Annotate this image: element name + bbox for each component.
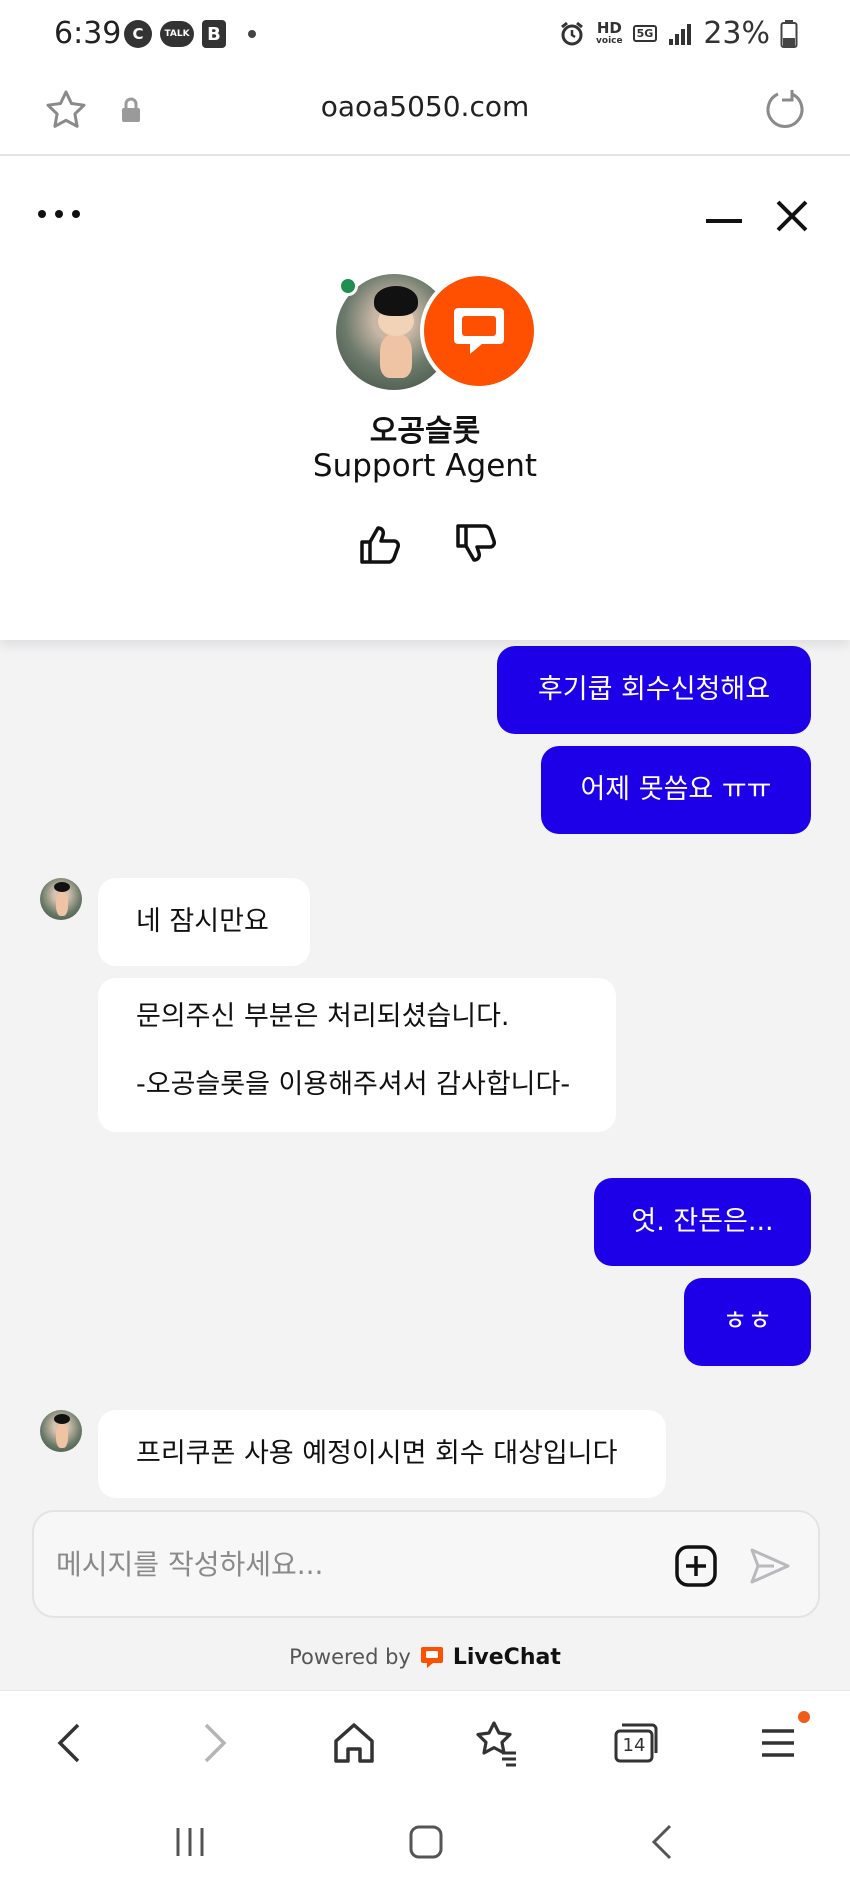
tabs-count: 14 (622, 1735, 646, 1756)
powered-by-text: Powered by (289, 1645, 411, 1669)
forward-icon[interactable] (194, 1719, 234, 1767)
bookmarks-icon[interactable] (472, 1719, 520, 1767)
status-time: 6:39 (54, 16, 122, 51)
more-notifications-dot (248, 30, 256, 38)
address-bar: oaoa5050.com (0, 68, 850, 156)
system-navigation-bar (0, 1800, 850, 1889)
c-app-icon: C (124, 20, 152, 48)
notification-icons: C TALK B (124, 20, 256, 48)
signal-icon (669, 23, 692, 45)
kakaotalk-icon: TALK (160, 21, 194, 47)
agent-message-line: -오공슬롯을 이용해주셔서 감사합니다- (136, 1069, 571, 1100)
reload-icon[interactable] (762, 86, 808, 132)
close-icon[interactable] (772, 196, 812, 236)
battery-percentage: 23% (703, 16, 770, 51)
send-icon[interactable] (748, 1544, 792, 1588)
recent-apps-icon[interactable] (170, 1822, 210, 1862)
system-status: HD voice 5G 23% (558, 16, 798, 51)
thumbs-down-icon[interactable] (454, 522, 498, 566)
agent-message: 프리쿠폰 사용 예정이시면 회수 대상입니다 (98, 1410, 666, 1498)
url-text[interactable]: oaoa5050.com (0, 90, 850, 123)
hd-voice-icon: HD voice (596, 18, 623, 46)
attach-icon[interactable] (674, 1544, 718, 1588)
system-home-icon[interactable] (406, 1822, 446, 1862)
more-icon[interactable] (36, 208, 82, 220)
alarm-icon (561, 21, 583, 45)
home-icon[interactable] (332, 1719, 376, 1767)
livechat-small-icon (420, 1647, 443, 1668)
agent-mini-avatar (40, 1410, 82, 1452)
livechat-icon (454, 308, 504, 354)
agent-role: Support Agent (312, 448, 538, 484)
tabs-button[interactable]: 14 (612, 1719, 660, 1767)
menu-icon[interactable] (758, 1719, 798, 1767)
b-app-icon: B (202, 20, 226, 48)
livechat-logo (420, 272, 538, 390)
minimize-icon[interactable] (704, 216, 744, 226)
livechat-brand: LiveChat (452, 1644, 561, 1670)
system-back-icon[interactable] (644, 1822, 684, 1862)
agent-message: 네 잠시만요 (98, 878, 310, 966)
online-status-dot (338, 276, 358, 296)
agent-mini-avatar (40, 878, 82, 920)
visitor-message: 어제 못씀요 ㅠㅠ (541, 746, 811, 834)
chat-header: 오공슬롯 Support Agent (0, 158, 850, 640)
network-5g-icon: 5G (632, 25, 658, 42)
message-input[interactable] (56, 1542, 656, 1586)
message-composer (32, 1510, 820, 1618)
powered-by[interactable]: Powered by LiveChat (0, 1644, 850, 1670)
back-icon[interactable] (50, 1719, 90, 1767)
thumbs-up-icon[interactable] (358, 522, 402, 566)
browser-toolbar: 14 (0, 1690, 850, 1800)
agent-message-line: 문의주신 부분은 처리되셨습니다. (136, 1001, 510, 1032)
menu-notification-dot (798, 1711, 810, 1723)
visitor-message: 엇. 잔돈은... (594, 1178, 811, 1266)
visitor-message: 후기쿱 회수신청해요 (497, 646, 811, 734)
status-bar: 6:39 C TALK B HD voice 5G 23% (0, 0, 850, 68)
agent-message: 문의주신 부분은 처리되셨습니다. -오공슬롯을 이용해주셔서 감사합니다- (98, 978, 616, 1132)
agent-name: 오공슬롯 (369, 414, 481, 449)
visitor-message: ㅎㅎ (684, 1278, 811, 1366)
battery-icon (780, 19, 798, 48)
